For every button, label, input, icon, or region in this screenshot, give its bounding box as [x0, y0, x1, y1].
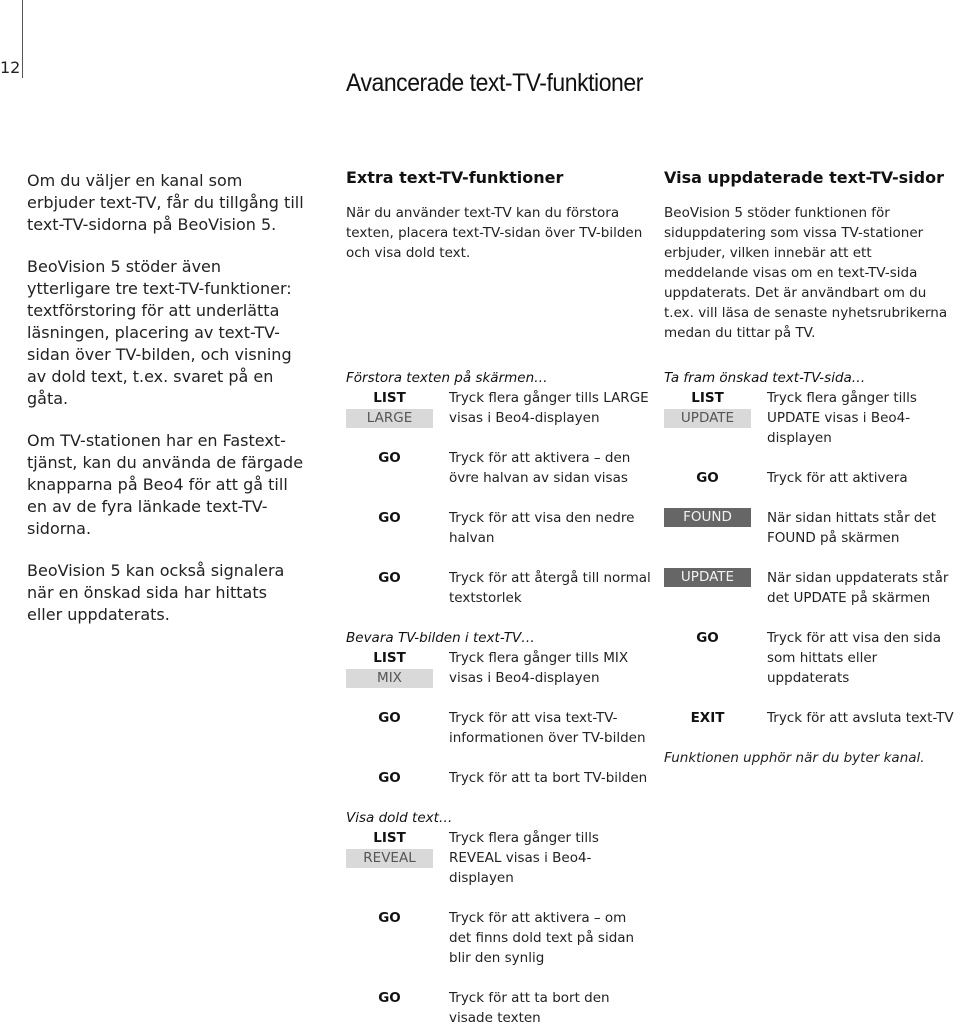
step-text: Tryck för att aktivera – den övre halvan… — [449, 450, 631, 486]
step-text: Tryck för att visa den nedre halvan — [449, 510, 635, 546]
step-row: GO Tryck för att visa den nedre halvan — [346, 508, 651, 548]
step-text: Tryck för att visa text-TV-informationen… — [449, 710, 646, 746]
list-key: LIST — [373, 830, 406, 846]
step-text: Tryck för att visa den sida som hittats … — [767, 630, 942, 686]
step-text: Tryck för att ta bort TV-bilden — [449, 770, 648, 786]
update-heading: Visa uppdaterade text-TV-sidor — [664, 168, 944, 187]
section-title: Visa dold text… — [346, 810, 453, 826]
step-row: LIST REVEAL Tryck flera gånger tills REVE… — [346, 828, 651, 888]
fetch-section: Ta fram önskad text-TV-sida… LIST UPDATE … — [664, 368, 960, 768]
step-row: GO Tryck för att aktivera — [664, 468, 960, 488]
page-number: 12 — [0, 58, 21, 77]
go-key: GO — [696, 470, 719, 486]
osd-update: UPDATE — [664, 568, 751, 587]
osd-found: FOUND — [664, 508, 751, 527]
step-text: Tryck för att avsluta text-TV — [767, 710, 954, 726]
step-row: LIST MIX Tryck flera gånger tills MIX vis… — [346, 648, 651, 688]
intro-paragraph: Om TV-stationen har en Fastext-tjänst, k… — [27, 431, 304, 538]
go-key: GO — [696, 630, 719, 646]
beo4-display: LARGE — [346, 409, 433, 428]
step-row: UPDATE När sidan uppdaterats står det UP… — [664, 568, 960, 608]
step-text: Tryck för att aktivera — [767, 470, 908, 486]
list-key: LIST — [373, 390, 406, 406]
step-row: LIST UPDATE Tryck flera gånger tills UPDA… — [664, 388, 960, 448]
step-row: GO Tryck för att återgå till normal text… — [346, 568, 651, 608]
beo4-display: MIX — [346, 669, 433, 688]
reveal-section: Visa dold text… LIST REVEAL Tryck flera g… — [346, 808, 651, 1028]
intro-paragraph: BeoVision 5 kan också signalera när en ö… — [27, 561, 285, 624]
step-row: GO Tryck för att visa den sida som hitta… — [664, 628, 960, 688]
section-title: Förstora texten på skärmen… — [346, 370, 548, 386]
step-row: GO Tryck för att ta bort den visade text… — [346, 988, 651, 1028]
intro-paragraph: Om du väljer en kanal som erbjuder text-… — [27, 171, 304, 234]
section-title: Ta fram önskad text-TV-sida… — [664, 370, 866, 386]
channel-change-note: Funktionen upphör när du byter kanal. — [664, 750, 925, 766]
step-text: Tryck flera gånger tills MIX visas i Beo… — [449, 650, 629, 686]
page-title: Avancerade text-TV-funktioner — [346, 68, 643, 97]
step-text: När sidan uppdaterats står det UPDATE på… — [767, 570, 949, 606]
step-text: Tryck flera gånger tills UPDATE visas i … — [767, 390, 917, 446]
beo4-display: UPDATE — [664, 409, 751, 428]
step-row: FOUND När sidan hittats står det FOUND p… — [664, 508, 960, 548]
page-rule — [22, 0, 23, 78]
section-title: Bevara TV-bilden i text-TV… — [346, 630, 535, 646]
go-key: GO — [378, 510, 401, 526]
go-key: GO — [378, 710, 401, 726]
beo4-display: REVEAL — [346, 849, 433, 868]
update-pages-column: Visa uppdaterade text-TV-sidor BeoVision… — [664, 168, 960, 766]
intro-column: Om du väljer en kanal som erbjuder text-… — [27, 170, 307, 646]
step-text: Tryck flera gånger tills LARGE visas i B… — [449, 390, 649, 426]
go-key: GO — [378, 570, 401, 586]
step-text: Tryck för att ta bort den visade texten — [449, 990, 610, 1026]
extra-functions-column: Extra text-TV-funktioner När du använder… — [346, 168, 651, 1026]
step-text: När sidan hittats står det FOUND på skär… — [767, 510, 937, 546]
extra-lead: När du använder text-TV kan du förstora … — [346, 205, 643, 261]
list-key: LIST — [373, 650, 406, 666]
step-text: Tryck flera gånger tills REVEAL visas i … — [449, 830, 599, 886]
update-lead: BeoVision 5 stöder funktionen för sidupp… — [664, 205, 948, 341]
step-text: Tryck för att aktivera – om det finns do… — [449, 910, 635, 966]
list-key: LIST — [691, 390, 724, 406]
step-row: GO Tryck för att aktivera – den övre hal… — [346, 448, 651, 488]
step-row: LIST LARGE Tryck flera gånger tills LARGE… — [346, 388, 651, 428]
go-key: GO — [378, 450, 401, 466]
step-row: GO Tryck för att aktivera – om det finns… — [346, 908, 651, 968]
go-key: GO — [378, 990, 401, 1006]
extra-heading: Extra text-TV-funktioner — [346, 168, 564, 187]
mix-section: Bevara TV-bilden i text-TV… LIST MIX Tryc… — [346, 628, 651, 788]
step-row: GO Tryck för att visa text-TV-informatio… — [346, 708, 651, 748]
step-row: GO Tryck för att ta bort TV-bilden — [346, 768, 651, 788]
step-row: EXIT Tryck för att avsluta text-TV — [664, 708, 960, 728]
go-key: GO — [378, 910, 401, 926]
exit-key: EXIT — [690, 710, 725, 726]
go-key: GO — [378, 770, 401, 786]
enlarge-section: Förstora texten på skärmen… LIST LARGE Tr… — [346, 368, 651, 608]
step-text: Tryck för att återgå till normal textsto… — [449, 570, 651, 606]
intro-paragraph: BeoVision 5 stöder även ytterligare tre … — [27, 257, 292, 408]
